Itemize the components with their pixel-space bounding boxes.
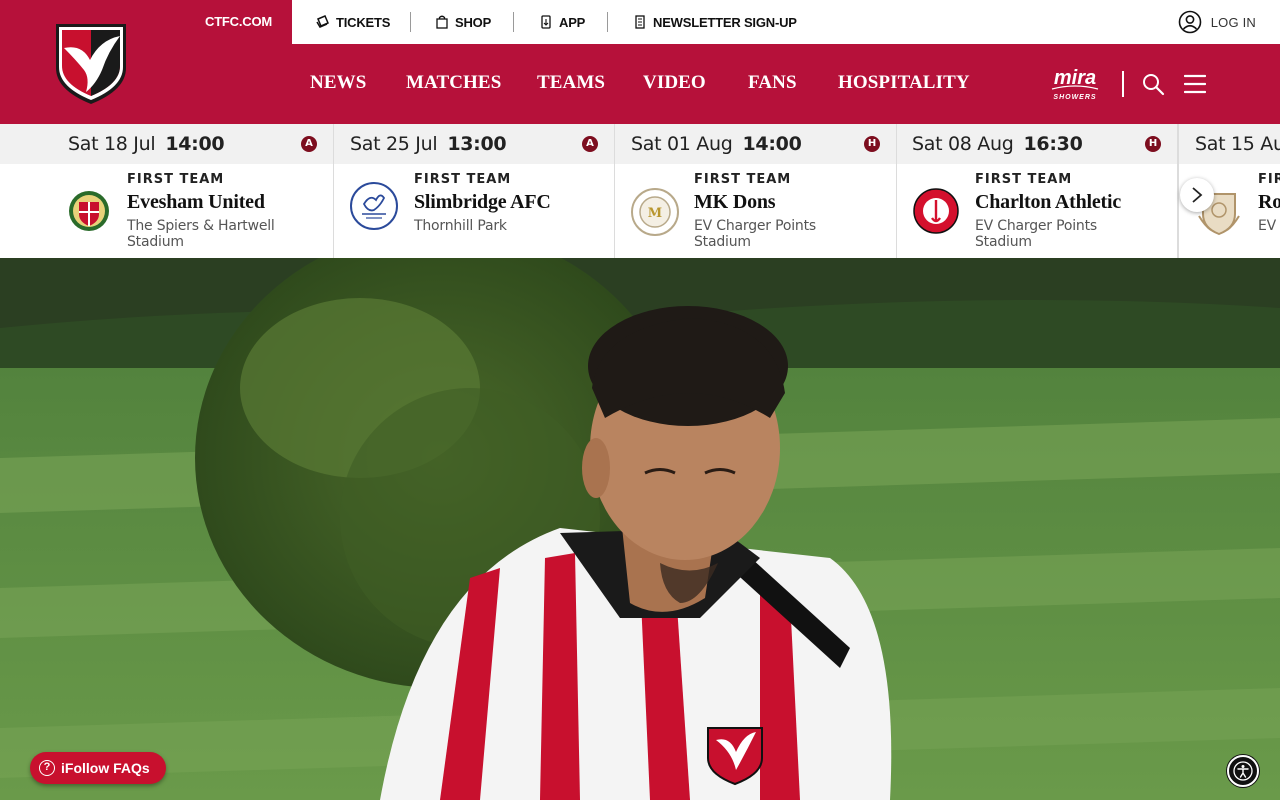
fixture-venue: Thornhill Park <box>414 218 507 234</box>
newsletter-link[interactable]: NEWSLETTER SIGN-UP <box>633 0 797 44</box>
nav-teams[interactable]: TEAMS <box>537 72 605 94</box>
utility-separator <box>410 12 411 32</box>
fixture-time: 14:00 <box>742 133 802 155</box>
hero-image[interactable] <box>0 258 1280 800</box>
site-header: CTFC.COM TICKETS SHOP APP NEWSLETTER SIG… <box>0 0 1280 124</box>
slimbridge-afc-crest <box>350 182 398 230</box>
hamburger-menu-icon[interactable] <box>1184 74 1206 94</box>
faq-label: iFollow FAQs <box>61 760 150 776</box>
fixture-opponent: MK Dons <box>694 191 776 213</box>
ctfc-site-link[interactable]: CTFC.COM <box>205 14 272 29</box>
fixture-date: Sat 18 Jul <box>68 133 156 155</box>
svg-text:M: M <box>648 206 662 221</box>
header-divider <box>1122 71 1124 97</box>
user-account-icon <box>1178 10 1202 34</box>
fixture-competition: FIRST TEAM <box>694 172 792 187</box>
fixture-opponent: Ro <box>1258 191 1280 213</box>
away-badge: A <box>582 136 598 152</box>
fixture-time: 16:30 <box>1023 133 1083 155</box>
fixture-competition: FIRST TEAM <box>1258 172 1280 187</box>
fixture-datetime: Sat 01 Aug 14:00 <box>631 133 802 155</box>
help-icon: ? <box>39 760 55 776</box>
home-badge: H <box>1145 136 1161 152</box>
login-label: LOG IN <box>1210 14 1256 30</box>
fixture-opponent: Charlton Athletic <box>975 191 1122 213</box>
utility-separator <box>513 12 514 32</box>
fixture-opponent: Slimbridge AFC <box>414 191 551 213</box>
fixture-datetime: Sat 18 Jul 14:00 <box>68 133 225 155</box>
chevron-right-icon <box>1192 187 1203 203</box>
hero-photo-player <box>0 258 1280 800</box>
newsletter-icon <box>635 15 645 29</box>
nav-video[interactable]: VIDEO <box>643 72 706 94</box>
fixture-venue: EV Charger Points Stadium <box>694 218 816 250</box>
accessibility-icon <box>1233 761 1253 781</box>
fixture-venue: The Spiers & Hartwell Stadium <box>127 218 275 250</box>
fixture-date: Sat 25 Jul <box>350 133 438 155</box>
fixture-card[interactable]: Sat 25 Jul 13:00 A FIRST TEAM Slimbridge … <box>334 124 615 258</box>
evesham-united-crest <box>69 191 109 231</box>
away-badge: A <box>301 136 317 152</box>
tickets-link[interactable]: TICKETS <box>316 0 390 44</box>
fixture-opponent: Evesham United <box>127 191 265 213</box>
nav-matches[interactable]: MATCHES <box>406 72 501 94</box>
nav-hospitality[interactable]: HOSPITALITY <box>838 72 970 94</box>
ticket-icon <box>316 15 329 28</box>
fixture-time: 13:00 <box>447 133 507 155</box>
charlton-athletic-crest <box>913 188 959 234</box>
carousel-next-button[interactable] <box>1180 178 1214 212</box>
fixture-venue: EV Sta <box>1258 218 1280 234</box>
mk-dons-crest: M <box>631 188 679 236</box>
fixture-competition: FIRST TEAM <box>975 172 1073 187</box>
fixture-venue: EV Charger Points Stadium <box>975 218 1097 250</box>
sponsor-subtext: SHOWERS <box>1053 94 1096 101</box>
fixture-competition: FIRST TEAM <box>414 172 512 187</box>
fixture-date: Sat 08 Aug <box>912 133 1014 155</box>
fixture-datetime: Sat 25 Jul 13:00 <box>350 133 507 155</box>
fixture-card[interactable]: Sat 08 Aug 16:30 H FIRST TEAM Charlton At… <box>897 124 1178 258</box>
shop-link[interactable]: SHOP <box>435 0 491 44</box>
fixture-competition: FIRST TEAM <box>127 172 225 187</box>
app-link[interactable]: APP <box>539 0 585 44</box>
fixture-date: Sat 01 Aug <box>631 133 733 155</box>
utility-separator <box>607 12 608 32</box>
fixture-datetime: Sat 08 Aug 16:30 <box>912 133 1083 155</box>
tickets-label: TICKETS <box>336 14 391 30</box>
fixtures-carousel: Sat 18 Jul 14:00 A FIRST TEAM Evesham Uni… <box>0 124 1280 258</box>
fixture-card[interactable]: Sat 18 Jul 14:00 A FIRST TEAM Evesham Uni… <box>0 124 334 258</box>
fixture-time: 14:00 <box>165 133 225 155</box>
search-icon[interactable] <box>1141 72 1165 96</box>
fixture-datetime: Sat 15 Aug <box>1195 133 1280 155</box>
ifollow-faqs-button[interactable]: ? iFollow FAQs <box>30 752 166 784</box>
home-badge: H <box>864 136 880 152</box>
newsletter-label: NEWSLETTER SIGN-UP <box>653 14 797 30</box>
accessibility-button[interactable] <box>1227 755 1259 787</box>
phone-app-icon <box>541 15 551 29</box>
fixture-card[interactable]: Sat 01 Aug 14:00 H M FIRST TEAM MK Dons E… <box>615 124 897 258</box>
shop-label: SHOP <box>455 14 492 30</box>
app-label: APP <box>559 14 586 30</box>
nav-news[interactable]: NEWS <box>310 72 366 94</box>
login-link[interactable]: LOG IN <box>1178 0 1256 44</box>
fixture-date: Sat 15 Aug <box>1195 133 1280 155</box>
club-crest-logo[interactable] <box>52 18 130 106</box>
sponsor-logo[interactable]: mira SHOWERS <box>1046 66 1104 104</box>
shopping-bag-icon <box>436 15 448 29</box>
nav-fans[interactable]: FANS <box>748 72 797 94</box>
